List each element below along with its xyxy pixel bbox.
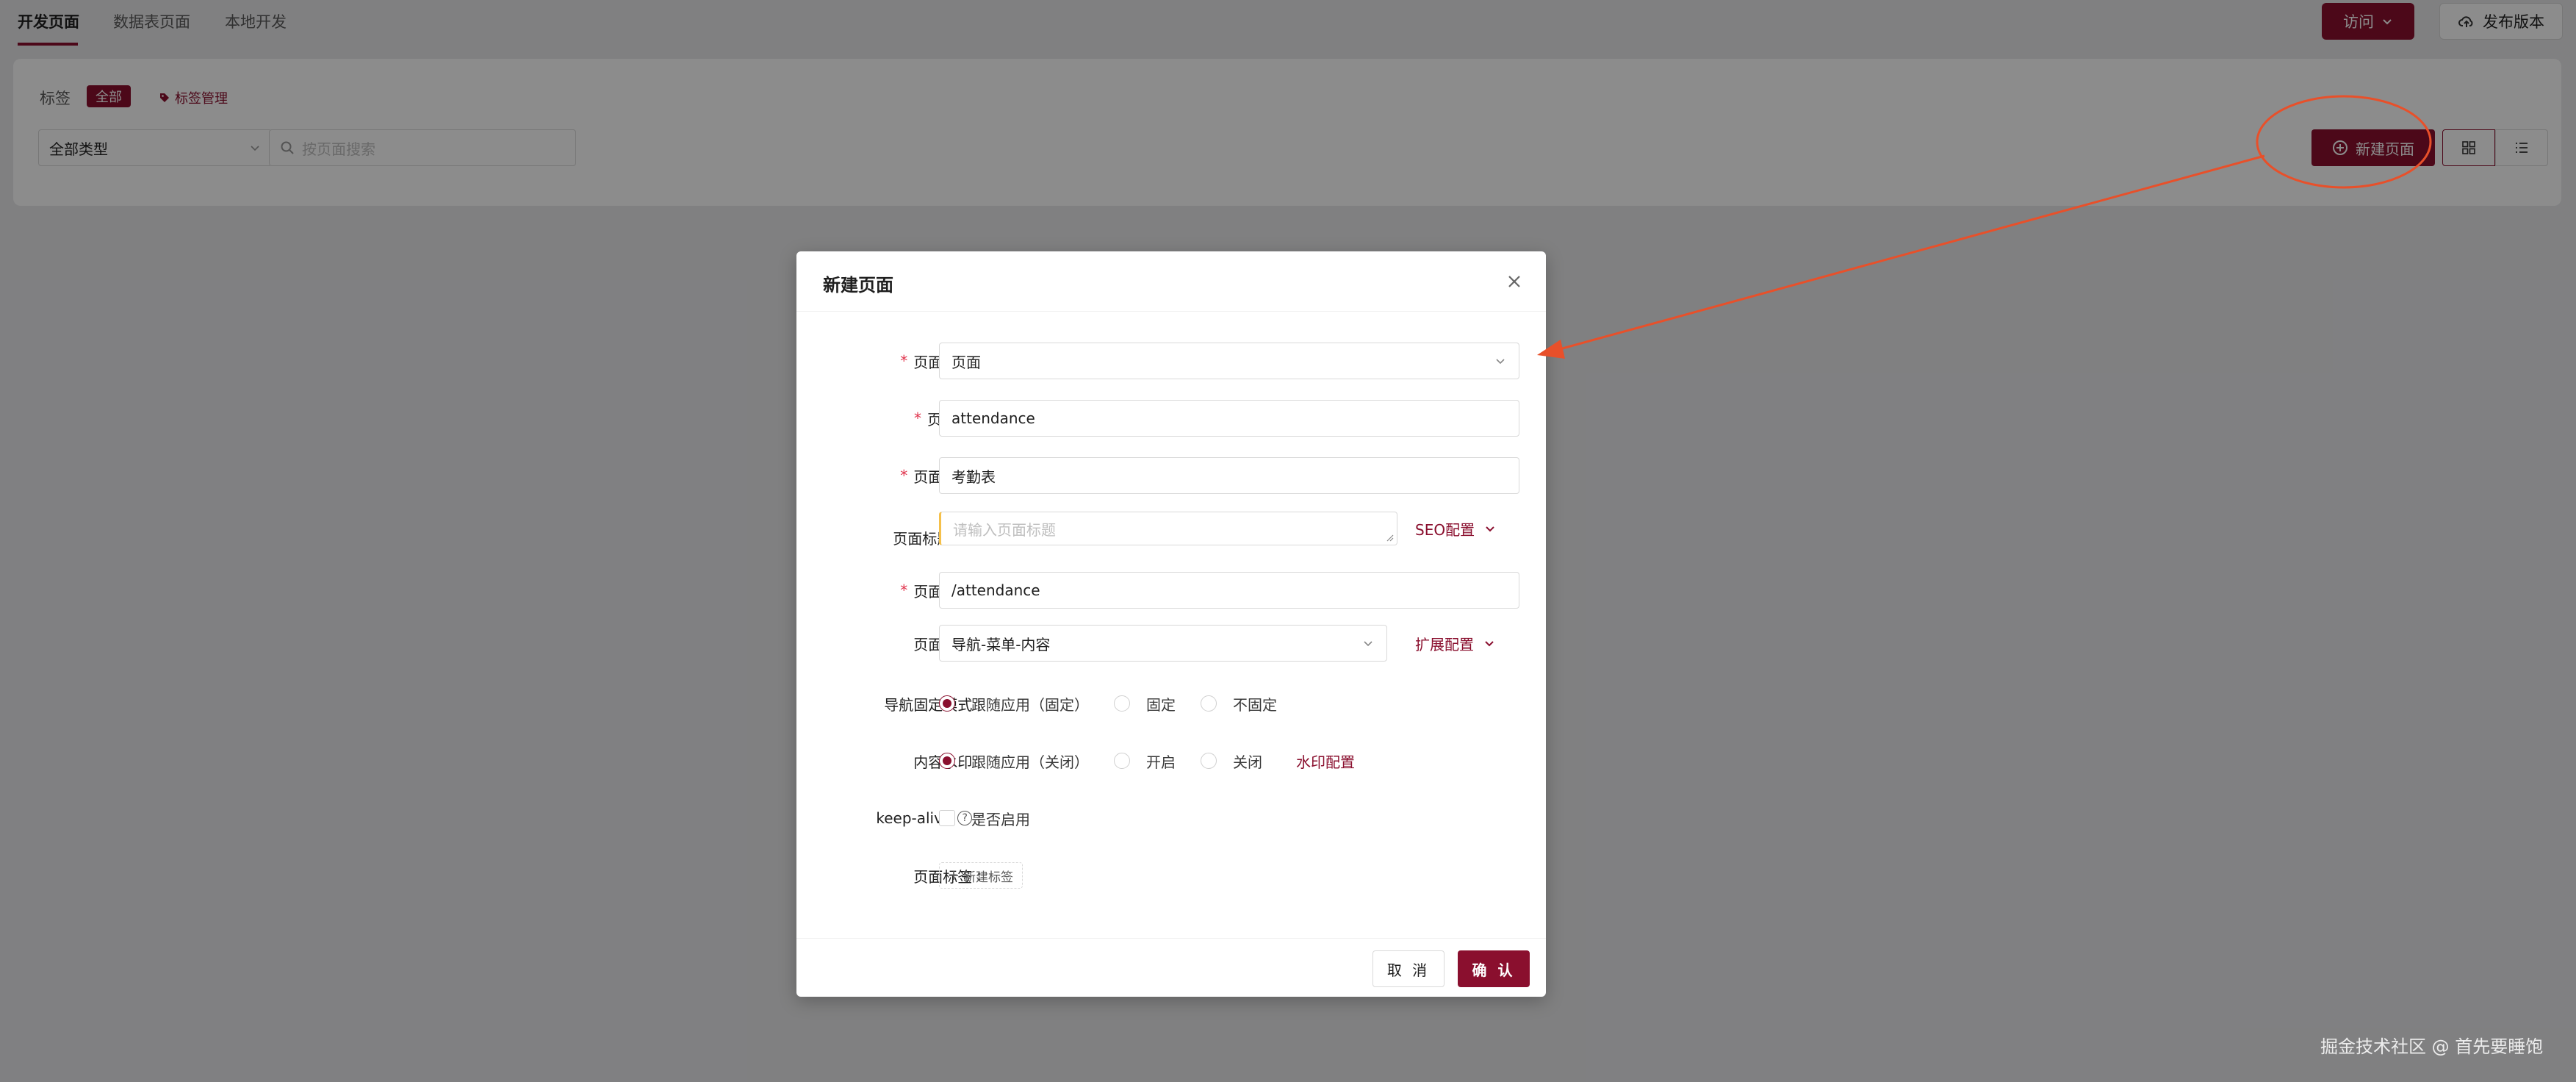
- keep-alive-checkbox[interactable]: [939, 810, 955, 826]
- radio-watermark-off[interactable]: [1201, 753, 1217, 769]
- radio-nav-follow[interactable]: [939, 695, 955, 712]
- extend-config-link[interactable]: 扩展配置: [1415, 625, 1496, 662]
- radio-watermark-follow[interactable]: [939, 753, 955, 769]
- page-type-select[interactable]: 页面: [939, 343, 1519, 379]
- radio-watermark-on-label[interactable]: 开启: [1146, 750, 1176, 772]
- chevron-down-icon: [1486, 526, 1494, 532]
- row-keep-alive: keep-alive?: 是否启用: [796, 800, 1546, 836]
- chevron-down-icon: [1496, 359, 1505, 365]
- radio-nav-follow-label[interactable]: 跟随应用（固定）: [971, 693, 1089, 714]
- plus-icon: [949, 871, 958, 880]
- row-page-name: *页面名称: 考勤表: [796, 457, 1546, 494]
- row-watermark: 内容水印: 跟随应用（关闭） 开启 关闭 水印配置: [796, 742, 1546, 779]
- page-path-input[interactable]: /attendance: [939, 572, 1519, 609]
- radio-watermark-on[interactable]: [1114, 753, 1130, 769]
- watermark-config-link[interactable]: 水印配置: [1296, 750, 1355, 772]
- page-title-input[interactable]: 请输入页面标题: [939, 512, 1397, 545]
- dialog-header: 新建页面: [796, 251, 1546, 312]
- keep-alive-checkbox-label[interactable]: 是否启用: [971, 808, 1030, 829]
- keep-alive-group: 是否启用: [939, 800, 1030, 836]
- row-page-id: *页面ID: attendance: [796, 400, 1546, 437]
- row-page-type: *页面类型: 页面: [796, 343, 1546, 379]
- new-page-dialog: 新建页面 *页面类型: 页面 *页面ID: attendance *页面名称: …: [796, 251, 1546, 997]
- extend-config-label: 扩展配置: [1415, 635, 1474, 653]
- cancel-button[interactable]: 取 消: [1372, 950, 1444, 987]
- dialog-title: 新建页面: [823, 275, 893, 295]
- page-name-input[interactable]: 考勤表: [939, 457, 1519, 494]
- seo-config-link[interactable]: SEO配置: [1415, 510, 1497, 547]
- row-page-tags: 页面标签: 新建标签: [796, 857, 1546, 894]
- close-icon[interactable]: [1503, 270, 1525, 293]
- add-tag-label: 新建标签: [963, 870, 1013, 885]
- row-page-title: 页面标题?: 请输入页面标题 SEO配置: [796, 512, 1546, 548]
- radio-nav-unfixed[interactable]: [1201, 695, 1217, 712]
- radio-nav-unfixed-label[interactable]: 不固定: [1233, 693, 1277, 714]
- radio-watermark-off-label[interactable]: 关闭: [1233, 750, 1262, 772]
- row-nav-fixed: 导航固定模式: 跟随应用（固定） 固定 不固定: [796, 685, 1546, 722]
- radio-watermark-follow-label[interactable]: 跟随应用（关闭）: [971, 750, 1089, 772]
- row-page-path: *页面路径: /attendance: [796, 572, 1546, 609]
- radio-nav-fixed-label[interactable]: 固定: [1146, 693, 1176, 714]
- chevron-down-icon: [1364, 641, 1372, 647]
- dialog-footer: 取 消 确 认: [796, 938, 1546, 997]
- confirm-button[interactable]: 确 认: [1458, 950, 1530, 987]
- site-watermark: 掘金技术社区 @ 首先要睡饱: [2320, 1036, 2544, 1057]
- row-page-layout: 页面布局: 导航-菜单-内容 扩展配置: [796, 625, 1546, 662]
- resize-handle-icon[interactable]: [1385, 533, 1394, 542]
- chevron-down-icon: [1485, 641, 1494, 647]
- watermark-radio-group: 跟随应用（关闭） 开启 关闭 水印配置: [939, 742, 1355, 779]
- page-id-input[interactable]: attendance: [939, 400, 1519, 437]
- page-title-placeholder: 请输入页面标题: [953, 520, 1056, 539]
- add-tag-button[interactable]: 新建标签: [939, 862, 1023, 889]
- page-layout-value: 导航-菜单-内容: [951, 635, 1051, 653]
- seo-config-label: SEO配置: [1415, 520, 1475, 539]
- page-type-value: 页面: [951, 353, 981, 371]
- radio-nav-fixed[interactable]: [1114, 695, 1130, 712]
- page-layout-select[interactable]: 导航-菜单-内容: [939, 625, 1387, 662]
- nav-fixed-radio-group: 跟随应用（固定） 固定 不固定: [939, 685, 1302, 722]
